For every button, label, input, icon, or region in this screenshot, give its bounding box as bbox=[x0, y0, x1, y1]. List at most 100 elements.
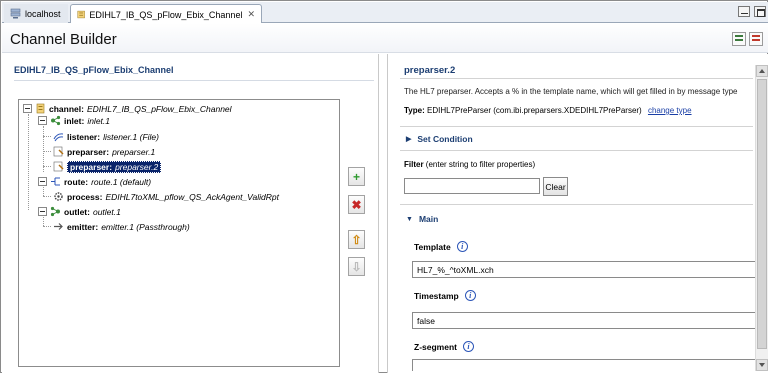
node-value: EDIHL7_IB_QS_pFlow_Ebix_Channel bbox=[86, 103, 232, 114]
vertical-scrollbar[interactable] bbox=[755, 65, 768, 371]
page-title: Channel Builder bbox=[10, 31, 117, 48]
node-key: listener: bbox=[67, 131, 101, 142]
node-value: listener.1 (File) bbox=[103, 131, 159, 142]
node-key: channel: bbox=[49, 103, 84, 114]
tree-node-preparser-2[interactable]: preparser: preparser.2 bbox=[53, 160, 162, 173]
chevron-right-icon: ▶ bbox=[406, 136, 412, 143]
tree-connector bbox=[43, 226, 51, 227]
channel-structure-panel: EDIHL7_IB_QS_pFlow_Ebix_Channel channel:… bbox=[2, 54, 379, 373]
info-icon[interactable]: i bbox=[462, 341, 474, 352]
node-value: outlet.1 bbox=[92, 206, 121, 217]
outlet-icon bbox=[50, 206, 60, 217]
tree-node-preparser-1[interactable]: preparser: preparser.1 bbox=[53, 145, 155, 158]
collapse-toggle-icon[interactable] bbox=[38, 116, 47, 125]
filter-label: Filter (enter string to filter propertie… bbox=[404, 160, 535, 169]
add-component-button[interactable]: + bbox=[348, 167, 365, 186]
z-segment-label-text: Z-segment bbox=[414, 341, 457, 352]
node-key: inlet: bbox=[64, 115, 85, 126]
component-description: The HL7 preparser. Accepts a % in the te… bbox=[404, 87, 738, 96]
preparser-icon bbox=[53, 161, 64, 172]
emitter-icon bbox=[54, 223, 63, 230]
timestamp-label: Timestamp i bbox=[414, 290, 476, 301]
scroll-thumb[interactable] bbox=[757, 79, 767, 349]
node-key: process: bbox=[67, 191, 103, 202]
z-segment-label: Z-segment i bbox=[414, 341, 474, 352]
collapse-toggle-icon[interactable] bbox=[38, 207, 47, 216]
template-label: Template i bbox=[414, 241, 468, 252]
server-icon bbox=[10, 8, 21, 19]
tree-node-route[interactable]: route: route.1 (default) bbox=[38, 175, 151, 188]
page-header: Channel Builder bbox=[2, 23, 768, 53]
divider bbox=[400, 78, 753, 79]
node-value: route.1 (default) bbox=[91, 176, 152, 187]
tab-localhost[interactable]: localhost bbox=[4, 4, 68, 23]
node-value: EDIHL7toXML_pflow_QS_AckAgent_ValidRpt bbox=[105, 191, 279, 202]
collapse-toggle-icon[interactable] bbox=[38, 177, 47, 186]
tree-node-process[interactable]: process: EDIHL7toXML_pflow_QS_AckAgent_Va… bbox=[53, 190, 279, 203]
node-key: preparser: bbox=[70, 161, 113, 172]
tree-connector bbox=[43, 196, 51, 197]
tree-connector bbox=[43, 166, 51, 167]
tree-node-listener[interactable]: listener: listener.1 (File) bbox=[53, 130, 159, 143]
change-type-link[interactable]: change type bbox=[648, 106, 692, 115]
divider bbox=[400, 126, 753, 127]
tree-node-inlet[interactable]: inlet: inlet.1 bbox=[38, 114, 110, 127]
chevron-down-icon: ▼ bbox=[406, 215, 413, 223]
set-condition-section[interactable]: ▶ Set Condition bbox=[406, 134, 473, 144]
process-icon bbox=[54, 192, 63, 201]
layout-view-icon[interactable] bbox=[732, 32, 746, 46]
filter-input[interactable] bbox=[404, 178, 540, 194]
clear-button[interactable]: Clear bbox=[543, 177, 568, 196]
route-icon bbox=[51, 177, 60, 186]
filter-title: Filter bbox=[404, 160, 424, 169]
main-section[interactable]: ▼ Main bbox=[406, 214, 438, 224]
z-segment-field[interactable] bbox=[412, 359, 756, 371]
close-tab-icon[interactable]: ✕ bbox=[247, 9, 255, 20]
channel-icon bbox=[77, 10, 85, 19]
template-label-text: Template bbox=[414, 241, 451, 252]
minimize-icon[interactable] bbox=[738, 6, 750, 17]
node-key: preparser: bbox=[67, 146, 110, 157]
tab-channel[interactable]: EDIHL7_IB_QS_pFlow_Ebix_Channel ✕ bbox=[70, 4, 262, 24]
listener-icon bbox=[53, 133, 64, 142]
node-value: emitter.1 (Passthrough) bbox=[101, 221, 190, 232]
node-value: preparser.1 bbox=[112, 146, 156, 157]
tree-connector bbox=[43, 136, 51, 137]
divider bbox=[14, 80, 374, 81]
node-value: inlet.1 bbox=[87, 115, 110, 126]
delete-component-button[interactable]: ✖ bbox=[348, 195, 365, 214]
set-condition-label: Set Condition bbox=[417, 134, 473, 144]
info-icon[interactable]: i bbox=[464, 290, 476, 301]
main-label: Main bbox=[418, 214, 439, 224]
template-field[interactable]: HL7_%_^toXML.xch bbox=[412, 261, 756, 278]
tree-connector bbox=[28, 114, 29, 210]
node-value: preparser.2 bbox=[115, 161, 159, 172]
timestamp-field[interactable]: false bbox=[412, 312, 756, 329]
move-down-button[interactable]: ⇩ bbox=[348, 257, 365, 276]
tab-channel-label: EDIHL7_IB_QS_pFlow_Ebix_Channel bbox=[89, 9, 243, 20]
node-key: emitter: bbox=[67, 221, 99, 232]
type-value: EDIHL7PreParser (com.ibi.preparsers.XDED… bbox=[426, 106, 642, 115]
node-key: outlet: bbox=[64, 206, 90, 217]
tree-node-outlet[interactable]: outlet: outlet.1 bbox=[38, 205, 121, 218]
channel-builder-window: localhost EDIHL7_IB_QS_pFlow_Ebix_Channe… bbox=[0, 0, 768, 373]
inlet-icon bbox=[51, 115, 61, 126]
divider bbox=[400, 204, 753, 205]
channel-icon bbox=[36, 103, 45, 114]
filter-hint: (enter string to filter properties) bbox=[425, 160, 536, 169]
list-view-icon[interactable] bbox=[749, 32, 763, 46]
info-icon[interactable]: i bbox=[456, 241, 468, 252]
scroll-up-icon[interactable] bbox=[756, 65, 768, 77]
type-label: Type: bbox=[404, 106, 425, 115]
tree-node-emitter[interactable]: emitter: emitter.1 (Passthrough) bbox=[53, 220, 190, 233]
component-title: preparser.2 bbox=[404, 65, 456, 76]
preparser-icon bbox=[53, 146, 64, 157]
maximize-icon[interactable] bbox=[754, 6, 766, 17]
channel-tree: channel: EDIHL7_IB_QS_pFlow_Ebix_Channel … bbox=[18, 99, 340, 367]
editor-tab-bar: localhost EDIHL7_IB_QS_pFlow_Ebix_Channe… bbox=[2, 2, 768, 24]
move-up-button[interactable]: ⇧ bbox=[348, 230, 365, 249]
tree-connector bbox=[43, 151, 51, 152]
component-type: Type: EDIHL7PreParser (com.ibi.preparser… bbox=[404, 106, 692, 115]
collapse-toggle-icon[interactable] bbox=[23, 104, 32, 113]
scroll-down-icon[interactable] bbox=[756, 359, 768, 371]
